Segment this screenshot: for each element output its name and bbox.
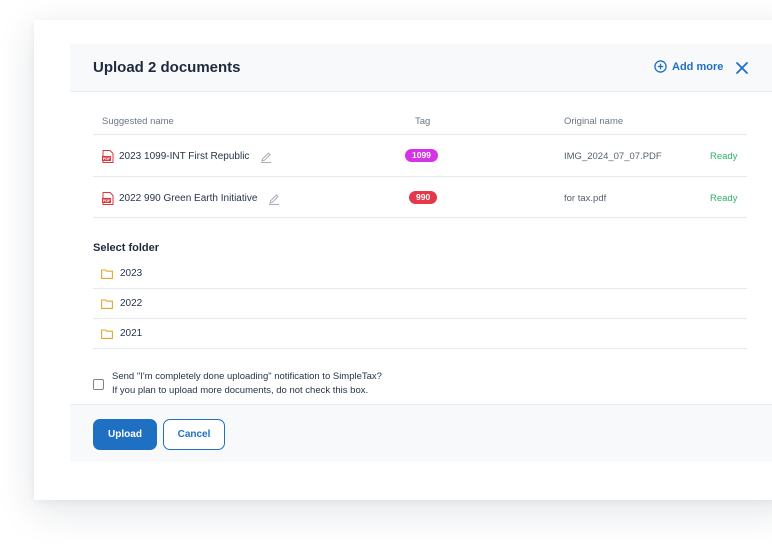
select-folder-title: Select folder [93,242,160,254]
notify-option: Send "I'm completely done uploading" not… [93,370,382,398]
status-label: Ready [710,193,738,204]
original-name: IMG_2024_07_07.PDF [564,151,662,162]
dialog-footer: Upload Cancel [70,404,772,462]
folder-label: 2021 [120,328,143,339]
svg-text:PDF: PDF [103,157,111,161]
plus-circle-icon [654,60,667,73]
add-more-button[interactable]: Add more [654,60,723,73]
upload-dialog: Upload 2 documents Add more Suggested na… [70,44,772,462]
folder-item[interactable]: 2023 [93,259,747,289]
table-header: Suggested name Tag Original name [93,106,747,134]
header-tag: Tag [415,116,431,127]
folder-label: 2023 [120,268,143,279]
notify-text: Send "I'm completely done uploading" not… [112,370,382,398]
folder-item[interactable]: 2021 [93,319,747,349]
dialog-title: Upload 2 documents [93,59,241,76]
pdf-icon: PDF [102,192,114,205]
pencil-icon[interactable] [268,193,280,205]
header-suggested-name: Suggested name [102,116,174,127]
suggested-name: 2022 990 Green Earth Initiative [119,193,258,204]
pdf-icon: PDF [102,150,114,163]
tag-badge: 990 [409,191,438,204]
close-icon[interactable] [735,61,749,75]
tag-badge: 1099 [405,149,438,162]
folder-icon [101,268,113,279]
svg-text:PDF: PDF [103,199,111,203]
add-more-label: Add more [672,60,724,73]
dialog-header: Upload 2 documents Add more [70,44,772,92]
notify-checkbox[interactable] [93,379,104,390]
original-name: for tax.pdf [564,193,607,204]
folder-icon [101,298,113,309]
suggested-name: 2023 1099-INT First Republic [119,151,250,162]
table-row: PDF 2023 1099-INT First Republic 1099 IM… [93,134,747,176]
pencil-icon[interactable] [260,151,272,163]
documents-table: Suggested name Tag Original name PDF 202… [93,106,747,218]
folder-item[interactable]: 2022 [93,289,747,319]
folder-icon [101,328,113,339]
suggested-name-cell: PDF 2022 990 Green Earth Initiative [102,192,280,205]
header-original-name: Original name [564,116,624,127]
cancel-button[interactable]: Cancel [163,419,225,450]
status-label: Ready [710,151,738,162]
suggested-name-cell: PDF 2023 1099-INT First Republic [102,150,272,163]
folder-list: 2023 2022 2021 [93,259,747,349]
table-row: PDF 2022 990 Green Earth Initiative 990 … [93,176,747,218]
upload-button[interactable]: Upload [93,419,157,450]
notify-question: Send "I'm completely done uploading" not… [112,371,382,382]
folder-label: 2022 [120,298,143,309]
notify-hint: If you plan to upload more documents, do… [112,385,369,396]
